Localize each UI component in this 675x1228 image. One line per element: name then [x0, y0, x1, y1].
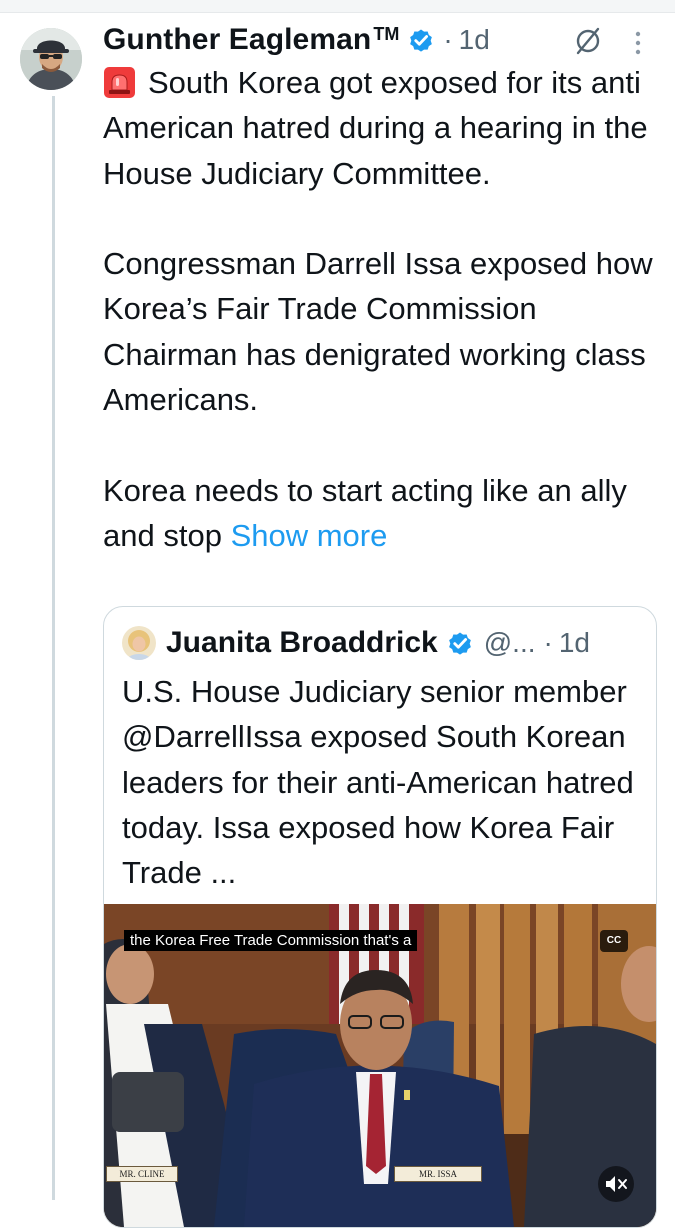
- author-name[interactable]: Gunther Eagleman: [103, 23, 371, 57]
- thread-connector-line: [52, 96, 55, 1200]
- more-options-icon[interactable]: [632, 28, 644, 58]
- quoted-post-card[interactable]: Juanita Broaddrick @... · 1d U.S. House …: [103, 606, 657, 1228]
- quoted-post-text: U.S. House Judiciary senior member @Darr…: [122, 674, 634, 891]
- post-paragraph-2: Congressman Darrell Issa exposed how Kor…: [103, 246, 653, 418]
- post-paragraph-1: South Korea got exposed for its anti Ame…: [103, 65, 648, 191]
- video-frame: [104, 904, 656, 1227]
- mute-button[interactable]: [598, 1166, 634, 1202]
- quoted-author-handle[interactable]: @...: [484, 627, 536, 659]
- quoted-post-time[interactable]: 1d: [559, 627, 590, 659]
- video-player[interactable]: the Korea Free Trade Commission that's a…: [104, 904, 656, 1227]
- top-divider: [0, 0, 675, 13]
- separator-dot: ·: [443, 24, 453, 55]
- author-avatar[interactable]: [20, 28, 82, 90]
- quoted-author-avatar[interactable]: [122, 626, 156, 660]
- closed-captions-button[interactable]: CC: [600, 930, 628, 952]
- video-caption: the Korea Free Trade Commission that's a: [124, 930, 418, 951]
- post-time[interactable]: 1d: [459, 24, 490, 56]
- muted-volume-icon: [606, 1176, 627, 1192]
- separator-dot: ·: [543, 627, 553, 658]
- grok-icon[interactable]: [573, 26, 603, 56]
- quoted-author-name[interactable]: Juanita Broaddrick: [166, 626, 438, 660]
- verified-badge-icon[interactable]: [446, 629, 474, 657]
- nameplate-center: MR. ISSA: [394, 1166, 482, 1182]
- verified-badge-icon[interactable]: [407, 26, 435, 54]
- show-more-link[interactable]: Show more: [231, 518, 388, 553]
- siren-emoji-icon: [104, 67, 135, 98]
- nameplate-left: MR. CLINE: [106, 1166, 178, 1182]
- trademark-mark: TM: [373, 23, 400, 44]
- quoted-post-header: Juanita Broaddrick @... · 1d: [122, 621, 590, 665]
- post-header: Gunther Eagleman TM · 1d: [103, 18, 490, 62]
- post-text: South Korea got exposed for its anti Ame…: [103, 60, 663, 558]
